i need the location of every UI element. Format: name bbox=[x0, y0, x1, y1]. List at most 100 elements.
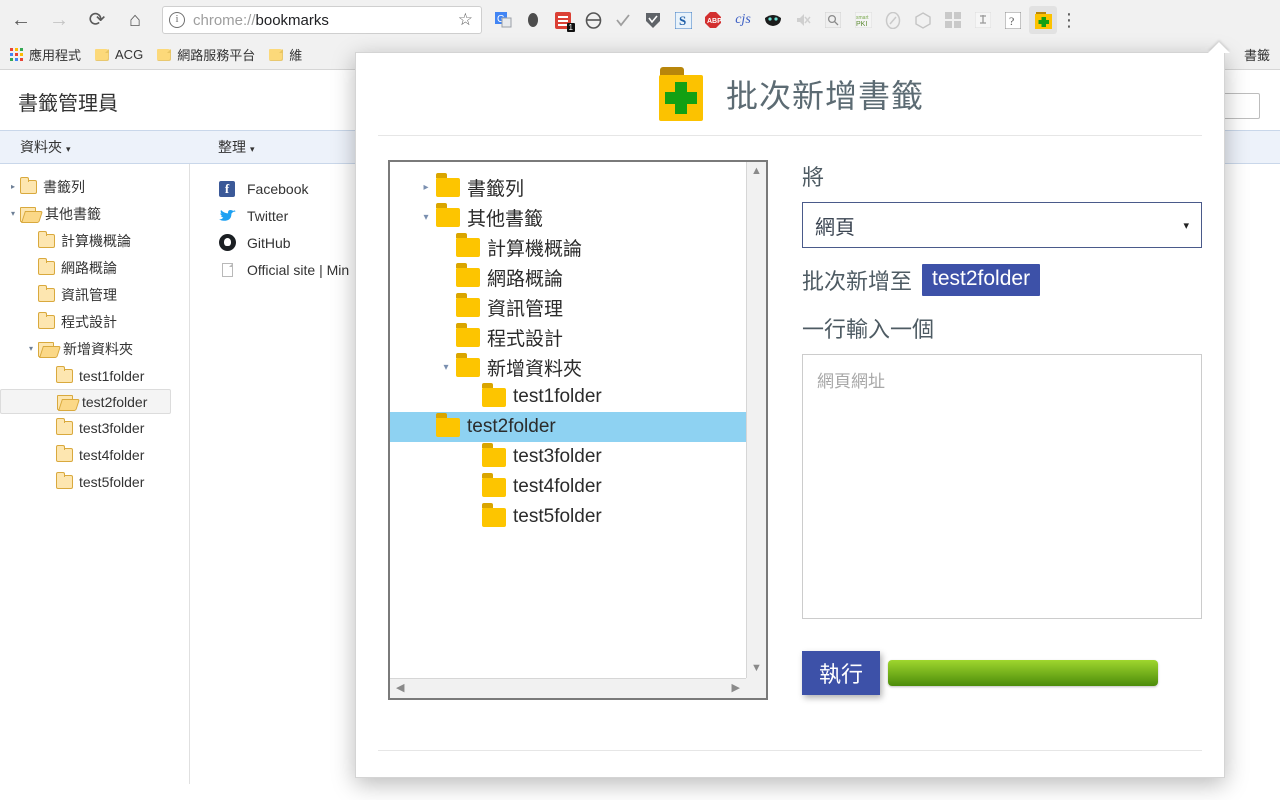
picker-tree-node-label: test3folder bbox=[513, 446, 602, 467]
folders-menu[interactable]: 資料夾 ▾ bbox=[0, 137, 190, 157]
scroll-left-arrow-icon[interactable]: ◀ bbox=[394, 679, 406, 698]
bookmark-list-item-label: Facebook bbox=[247, 180, 309, 197]
bookmark-list-item-label: Twitter bbox=[247, 207, 289, 224]
checkmark-icon[interactable] bbox=[609, 6, 637, 34]
picker-tree-node[interactable]: 網路概論 bbox=[416, 262, 746, 292]
bookmark-tree-node[interactable]: test2folder bbox=[0, 389, 171, 414]
folder-picker[interactable]: ▸ 書籤列 ▾ 其他書籤 計算機概論 網路概論 資訊管理程式設計 ▾ 新增資料夾 test1fol… bbox=[388, 160, 768, 700]
reload-icon[interactable]: ⟳ bbox=[80, 3, 114, 37]
todoist-icon[interactable]: 1 bbox=[549, 6, 577, 34]
picker-tree-node-label: 程式設計 bbox=[487, 328, 564, 350]
folder-icon bbox=[38, 311, 55, 329]
bookmark-tree-node-label: 書籤列 bbox=[43, 178, 85, 195]
bookmark-star-icon[interactable]: ☆ bbox=[458, 10, 473, 30]
bulk-add-bookmark-dialog: 批次新增書籤 ▸ 書籤列 ▾ 其他書籤 計算機概論 網路概論 資訊管理 程式設計 ▾ 新增資料夾 t… bbox=[355, 42, 1230, 778]
popup-arrow bbox=[1208, 42, 1230, 53]
apps-shortcut[interactable]: 應用程式 bbox=[10, 45, 81, 64]
twisty-icon[interactable]: ▸ bbox=[416, 182, 436, 193]
apps-grid-icon bbox=[10, 48, 23, 61]
url-text[interactable]: chrome://bookmarks bbox=[193, 12, 458, 29]
omnibox[interactable]: i chrome://bookmarks ☆ bbox=[162, 6, 482, 34]
bookmark-bar-item-network[interactable]: 網路服務平台 bbox=[157, 45, 255, 64]
home-icon[interactable]: ⌂ bbox=[118, 3, 152, 37]
google-translate-icon[interactable]: G bbox=[489, 6, 517, 34]
chrome-menu-icon[interactable]: ⋮ bbox=[1060, 10, 1078, 31]
bulk-add-bookmark-extension-icon[interactable] bbox=[1029, 6, 1057, 34]
scrollbar-corner bbox=[746, 678, 766, 698]
run-button[interactable]: 執行 bbox=[802, 651, 880, 695]
horizontal-scrollbar[interactable]: ◀ ▶ bbox=[390, 678, 746, 698]
folder-icon bbox=[456, 262, 480, 287]
picker-tree-node[interactable]: test2folder bbox=[390, 412, 746, 442]
picker-tree-node-label: test5folder bbox=[513, 506, 602, 527]
svg-text:PKI: PKI bbox=[856, 21, 867, 28]
bookmark-tree-node[interactable]: ▾ 其他書籤 bbox=[0, 200, 189, 227]
bookmark-tree-node-label: test1folder bbox=[79, 367, 145, 384]
back-icon[interactable]: ← bbox=[4, 3, 38, 37]
mute-icon[interactable] bbox=[789, 6, 817, 34]
twisty-icon[interactable]: ▾ bbox=[24, 344, 38, 353]
bookmark-tree-node[interactable]: 程式設計 bbox=[0, 308, 189, 335]
picker-tree-node[interactable]: 計算機概論 bbox=[416, 232, 746, 262]
bookmark-tree-node[interactable]: 計算機概論 bbox=[0, 227, 189, 254]
picker-tree-node[interactable]: 資訊管理 bbox=[416, 292, 746, 322]
twisty-icon[interactable]: ▸ bbox=[6, 182, 20, 191]
s-extension-icon[interactable]: S bbox=[669, 6, 697, 34]
forward-icon[interactable]: → bbox=[42, 3, 76, 37]
folder-icon bbox=[38, 230, 55, 248]
destination-row: 批次新增至 test2folder bbox=[802, 264, 1202, 296]
bookmark-bar-item-acg[interactable]: ACG bbox=[95, 47, 143, 62]
scroll-right-arrow-icon[interactable]: ▶ bbox=[730, 679, 742, 698]
twisty-icon[interactable]: ▾ bbox=[416, 212, 436, 223]
mask-icon[interactable] bbox=[759, 6, 787, 34]
twisty-icon[interactable]: ▾ bbox=[436, 362, 456, 373]
todoist-badge: 1 bbox=[566, 23, 575, 32]
bookmark-tree-node-label: test4folder bbox=[79, 446, 145, 463]
page-info-icon[interactable]: i bbox=[169, 12, 185, 28]
apps-label: 應用程式 bbox=[29, 48, 82, 63]
bookmark-bar-item-label: 維 bbox=[289, 48, 303, 63]
grammar-icon[interactable] bbox=[579, 6, 607, 34]
folder-icon bbox=[56, 444, 73, 462]
picker-tree-node[interactable]: test4folder bbox=[416, 472, 746, 502]
scroll-up-arrow-icon[interactable]: ▲ bbox=[749, 162, 764, 181]
bookmark-tree-node[interactable]: test4folder bbox=[0, 441, 189, 468]
chevron-down-icon: ▾ bbox=[250, 144, 255, 154]
bookmark-bar-item-right[interactable]: 書籤 bbox=[1244, 45, 1270, 64]
vertical-scrollbar[interactable]: ▲ ▼ bbox=[746, 162, 766, 678]
bulk-add-bookmark-logo-icon bbox=[656, 67, 712, 121]
bookmark-tree-node[interactable]: 網路概論 bbox=[0, 254, 189, 281]
picker-tree-node[interactable]: 程式設計 bbox=[416, 322, 746, 352]
shield-icon[interactable] bbox=[639, 6, 667, 34]
picker-tree-node[interactable]: test1folder bbox=[416, 382, 746, 412]
scroll-down-arrow-icon[interactable]: ▼ bbox=[749, 659, 764, 678]
bookmark-bar-item-third[interactable]: 維 bbox=[269, 45, 302, 64]
bookmark-tree-node[interactable]: test5folder bbox=[0, 468, 189, 495]
bookmark-tree-node[interactable]: 資訊管理 bbox=[0, 281, 189, 308]
picker-tree-node-label: 書籤列 bbox=[467, 178, 525, 200]
folder-open-icon bbox=[57, 394, 76, 410]
grid-icon[interactable] bbox=[939, 6, 967, 34]
cube-icon[interactable] bbox=[909, 6, 937, 34]
search-icon[interactable] bbox=[819, 6, 847, 34]
stamp-icon[interactable] bbox=[969, 6, 997, 34]
adblock-plus-icon[interactable]: ABP bbox=[699, 6, 727, 34]
urls-textarea[interactable]: 網頁網址 bbox=[802, 354, 1202, 619]
picker-tree-node[interactable]: test5folder bbox=[416, 502, 746, 532]
bookmark-tree-node[interactable]: test1folder bbox=[0, 362, 189, 389]
slash-circle-icon[interactable] bbox=[879, 6, 907, 34]
twisty-icon[interactable]: ▾ bbox=[6, 209, 20, 218]
question-icon[interactable]: ? bbox=[999, 6, 1027, 34]
picker-tree-node[interactable]: ▾ 其他書籤 bbox=[416, 202, 746, 232]
type-select[interactable]: 網頁 ▾ bbox=[802, 202, 1202, 248]
bookmark-tree-node[interactable]: test3folder bbox=[0, 414, 189, 441]
pki-icon[interactable]: smart PKI bbox=[849, 6, 877, 34]
picker-tree-node[interactable]: ▸ 書籤列 bbox=[416, 172, 746, 202]
bookmark-tree-node[interactable]: ▾ 新增資料夾 bbox=[0, 335, 189, 362]
folder-icon bbox=[456, 322, 480, 347]
picker-tree-node[interactable]: test3folder bbox=[416, 442, 746, 472]
evernote-icon[interactable] bbox=[519, 6, 547, 34]
cjs-icon[interactable]: cjs bbox=[729, 6, 757, 34]
bookmark-tree-node[interactable]: ▸ 書籤列 bbox=[0, 173, 189, 200]
picker-tree-node[interactable]: ▾ 新增資料夾 bbox=[416, 352, 746, 382]
